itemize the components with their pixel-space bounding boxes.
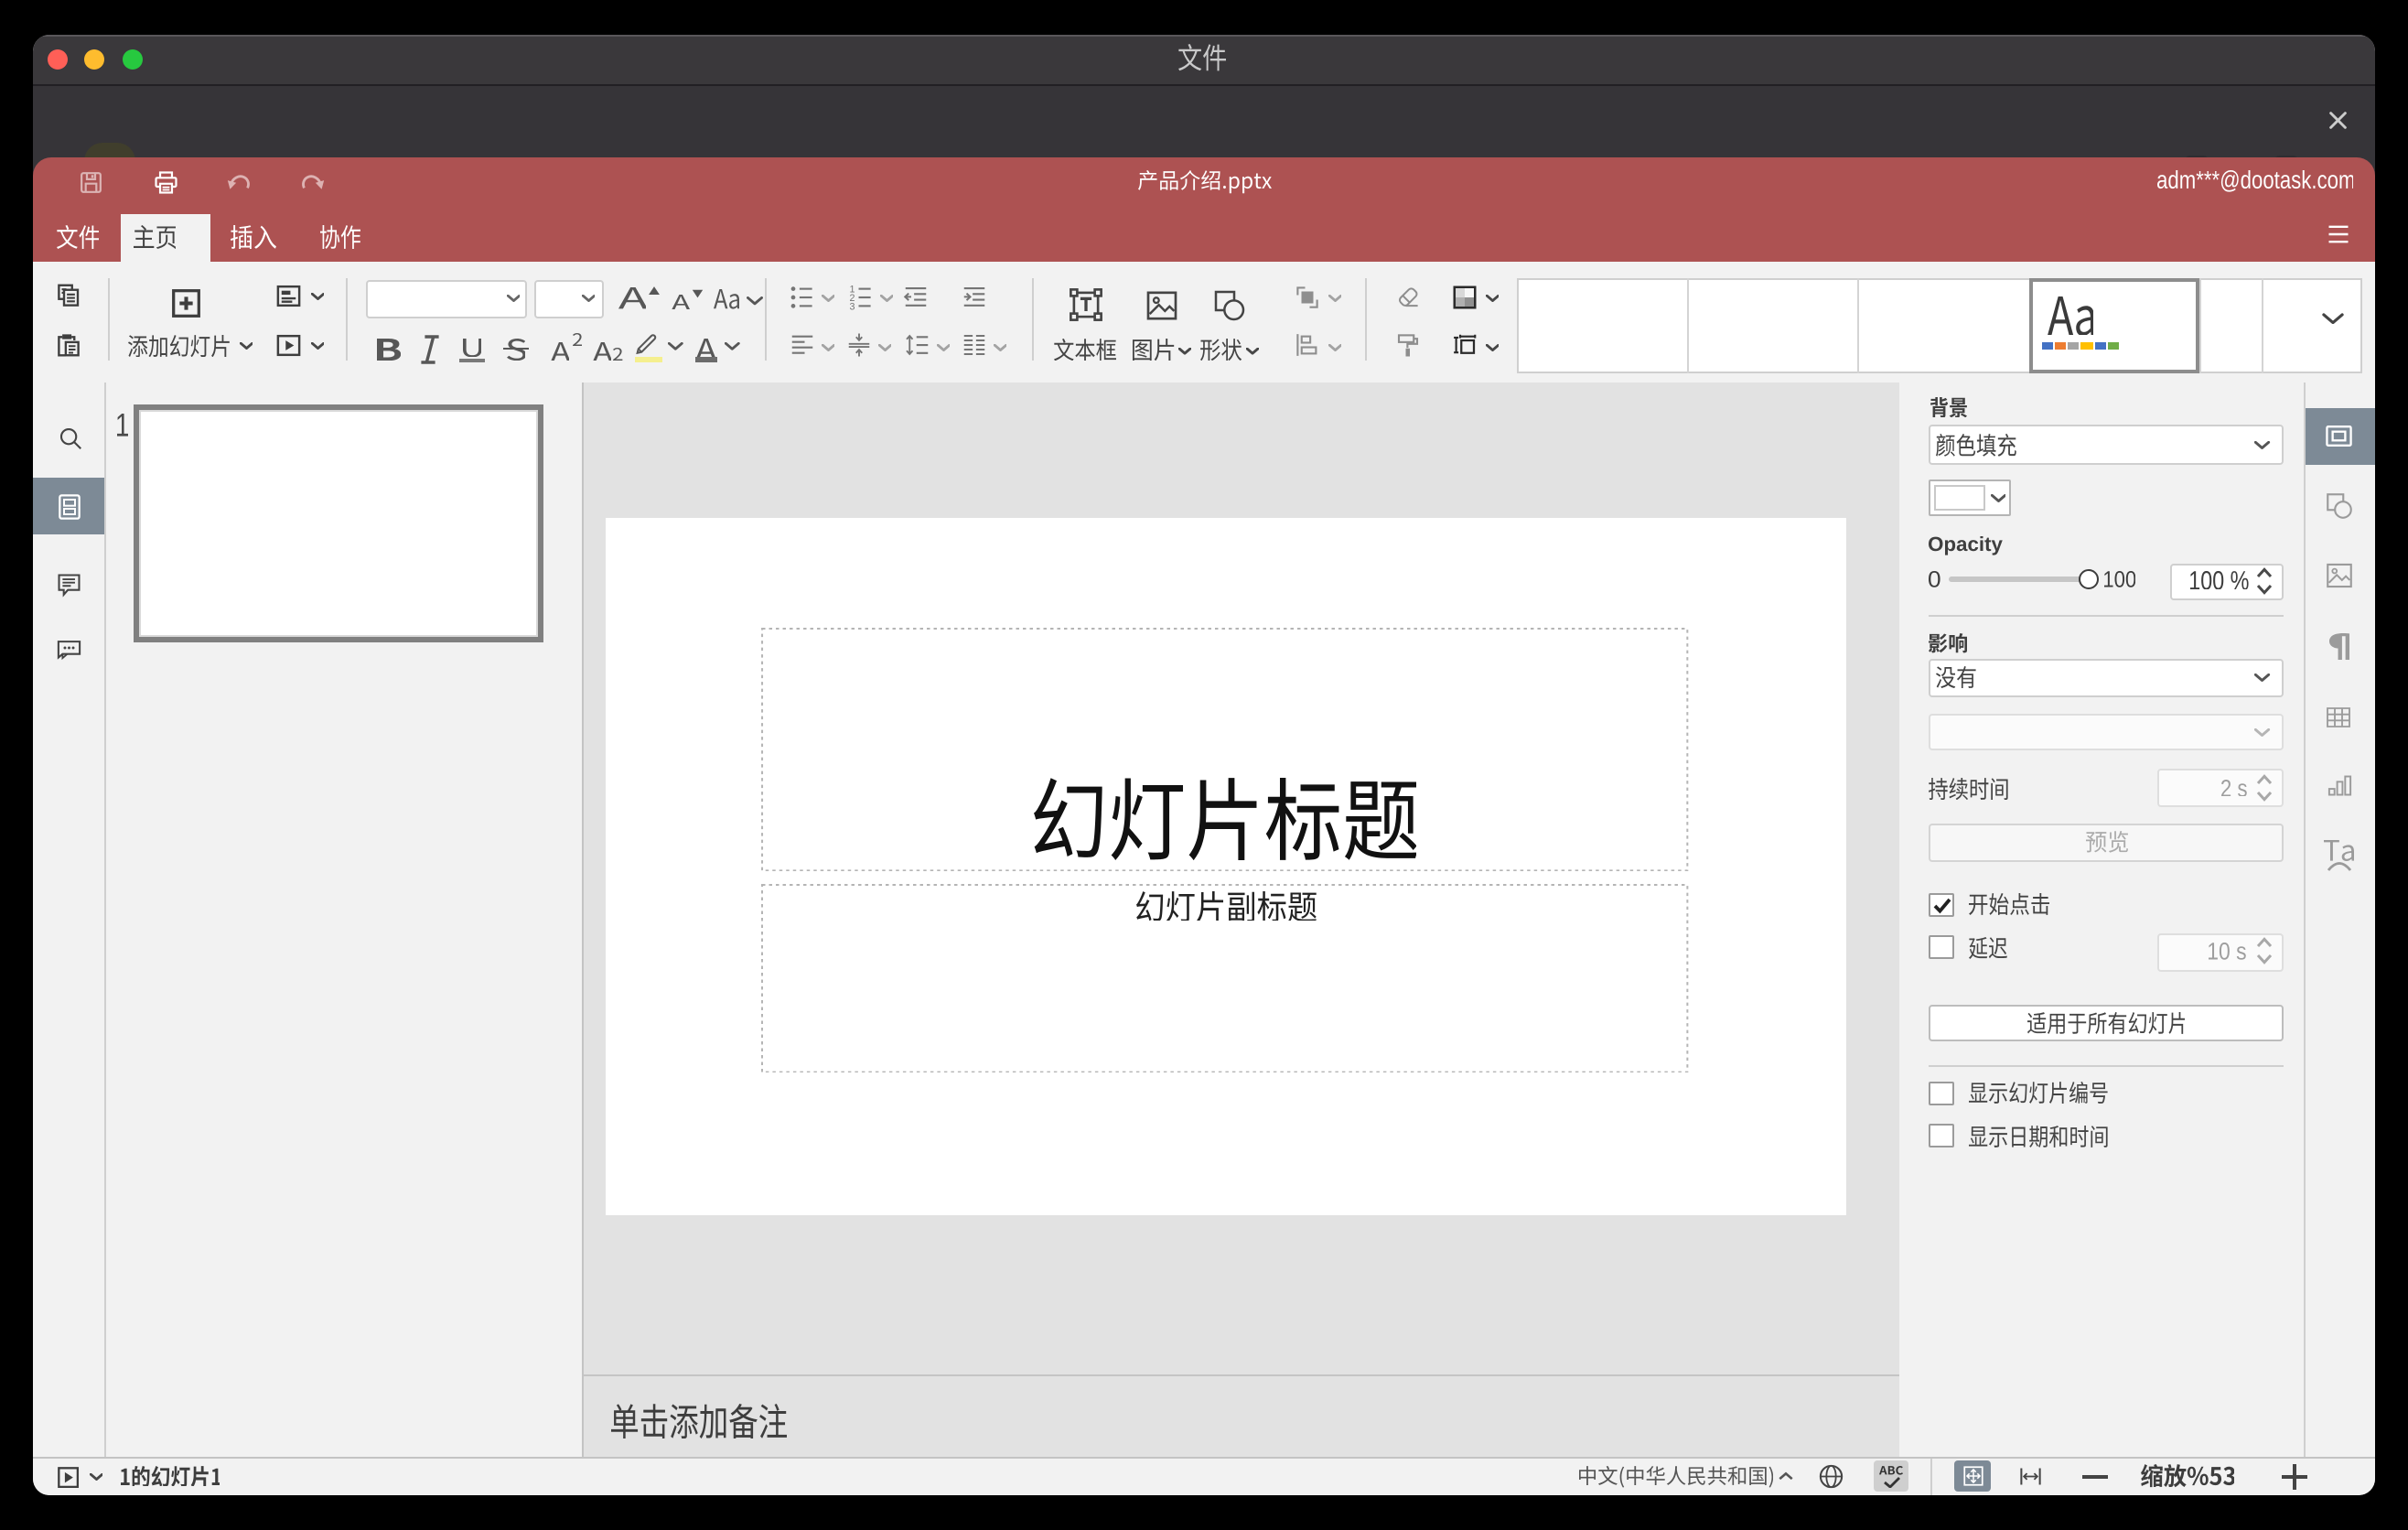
svg-text:3: 3 — [849, 300, 855, 310]
